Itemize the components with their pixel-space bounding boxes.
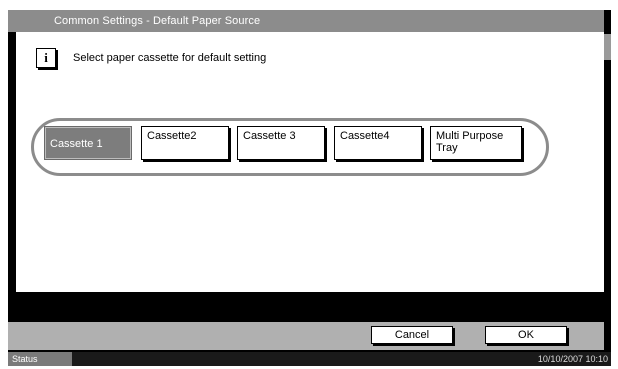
instruction-message: Select paper cassette for default settin… bbox=[73, 52, 267, 64]
cassette-1-button[interactable]: Cassette 1 bbox=[44, 126, 132, 160]
ok-button[interactable]: OK bbox=[485, 326, 567, 344]
multi-purpose-tray-button[interactable]: Multi Purpose Tray bbox=[430, 126, 522, 160]
info-icon: i bbox=[36, 48, 56, 68]
status-bar bbox=[8, 352, 611, 366]
left-border bbox=[8, 32, 16, 292]
status-button[interactable]: Status bbox=[8, 352, 72, 366]
datetime-display: 10/10/2007 10:10 bbox=[537, 354, 608, 364]
window-title: Common Settings - Default Paper Source bbox=[8, 10, 604, 32]
cassette-4-button[interactable]: Cassette4 bbox=[334, 126, 422, 160]
main-panel: i Select paper cassette for default sett… bbox=[16, 32, 604, 292]
cancel-button[interactable]: Cancel bbox=[371, 326, 453, 344]
scrollbar-thumb[interactable] bbox=[604, 34, 611, 60]
scrollbar[interactable] bbox=[604, 10, 611, 322]
cassette-3-button[interactable]: Cassette 3 bbox=[237, 126, 325, 160]
cassette-2-button[interactable]: Cassette2 bbox=[141, 126, 229, 160]
